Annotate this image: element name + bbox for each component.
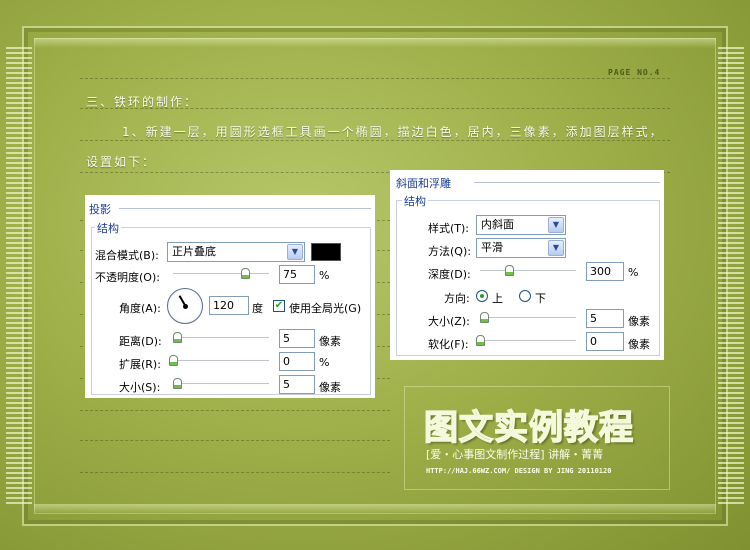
slider-thumb[interactable] — [504, 265, 514, 276]
direction-up-radio[interactable] — [476, 290, 488, 302]
ruled-line — [80, 410, 390, 411]
slider-track — [173, 337, 269, 339]
size-input[interactable]: 5 — [279, 375, 315, 394]
style-value: 内斜面 — [481, 218, 514, 231]
soften-input[interactable]: 0 — [586, 332, 624, 351]
bevel-size-label: 大小(Z): — [428, 315, 470, 328]
style-label: 样式(T): — [428, 222, 470, 235]
bevel-size-unit: 像素 — [628, 315, 650, 328]
blend-mode-value: 正片叠底 — [172, 245, 216, 258]
slider-thumb[interactable] — [476, 335, 485, 346]
slider-track — [173, 360, 269, 362]
shadow-color-swatch[interactable] — [311, 243, 341, 261]
slider-track — [173, 383, 269, 385]
blend-mode-select[interactable]: 正片叠底 ▼ — [167, 242, 305, 262]
direction-label: 方向: — [444, 292, 470, 305]
chevron-down-icon: ▼ — [287, 244, 303, 260]
blend-mode-label: 混合模式(B): — [95, 249, 159, 262]
step-text-line1: 1、新建一层，用圆形选框工具画一个椭圆，描边白色，居内，三像素，添加图层样式， — [122, 125, 664, 139]
technique-label: 方法(Q): — [428, 245, 471, 258]
slider-track — [480, 340, 576, 342]
slider-track — [480, 270, 576, 272]
depth-slider[interactable] — [480, 265, 576, 276]
drop-shadow-title: 投影 — [89, 203, 111, 216]
logo-credit: HTTP://HAJ.66WZ.COM/ DESIGN BY JING 2011… — [426, 467, 612, 475]
bevel-size-input[interactable]: 5 — [586, 309, 624, 328]
direction-down-label: 下 — [535, 292, 546, 305]
bottom-bar-decoration — [34, 504, 716, 514]
slider-track — [173, 273, 269, 275]
soften-unit: 像素 — [628, 338, 650, 351]
slider-thumb[interactable] — [172, 332, 182, 343]
style-select[interactable]: 内斜面 ▼ — [476, 215, 566, 235]
drop-shadow-panel: 投影 结构 混合模式(B): 正片叠底 ▼ 不透明度(O): 75 % 角度(A… — [85, 195, 375, 398]
title-rule — [119, 208, 371, 209]
soften-slider[interactable] — [476, 335, 576, 346]
soften-label: 软化(F): — [428, 338, 469, 351]
angle-input[interactable]: 120 — [209, 296, 249, 315]
opacity-label: 不透明度(O): — [95, 271, 160, 284]
opacity-input[interactable]: 75 — [279, 265, 315, 284]
angle-label: 角度(A): — [119, 302, 161, 315]
size-slider[interactable] — [172, 378, 269, 389]
spread-input[interactable]: 0 — [279, 352, 315, 371]
depth-input[interactable]: 300 — [586, 262, 624, 281]
chevron-down-icon: ▼ — [548, 240, 564, 256]
right-stripe-decoration — [718, 44, 744, 504]
angle-dial[interactable] — [167, 288, 203, 324]
opacity-unit: % — [319, 269, 330, 282]
section-heading: 三、铁环的制作： — [86, 95, 199, 109]
depth-unit: % — [628, 266, 639, 279]
top-bar-decoration — [34, 38, 716, 48]
distance-input[interactable]: 5 — [279, 329, 315, 348]
angle-unit: 度 — [252, 302, 263, 315]
direction-down-radio[interactable] — [519, 290, 531, 302]
global-light-label: 使用全局光(G) — [289, 302, 362, 315]
ruled-line — [80, 140, 670, 141]
depth-label: 深度(D): — [428, 268, 471, 281]
slider-track — [480, 317, 576, 319]
bevel-size-slider[interactable] — [479, 312, 576, 323]
dial-center — [183, 304, 188, 309]
checkmark-icon: ✔ — [274, 300, 284, 311]
title-rule — [474, 182, 660, 183]
spread-slider[interactable] — [169, 355, 269, 366]
size-unit: 像素 — [319, 381, 341, 394]
chevron-down-icon: ▼ — [548, 217, 564, 233]
slider-thumb[interactable] — [172, 378, 182, 389]
spread-unit: % — [319, 356, 330, 369]
slider-thumb[interactable] — [479, 312, 489, 323]
technique-value: 平滑 — [481, 241, 503, 254]
distance-label: 距离(D): — [119, 335, 162, 348]
ruled-line — [80, 78, 670, 79]
ruled-line — [80, 440, 390, 441]
step-text-line2: 设置如下： — [86, 155, 157, 169]
structure-group-label: 结构 — [95, 220, 121, 236]
left-stripe-decoration — [6, 44, 32, 504]
logo-title: 图文实例教程 — [423, 407, 634, 449]
direction-up-label: 上 — [492, 292, 503, 305]
opacity-slider[interactable] — [173, 268, 269, 279]
spread-label: 扩展(R): — [119, 358, 161, 371]
slider-thumb[interactable] — [169, 355, 178, 366]
distance-slider[interactable] — [172, 332, 269, 343]
global-light-checkbox[interactable]: ✔ — [273, 300, 285, 312]
slider-thumb[interactable] — [241, 268, 250, 279]
bevel-title: 斜面和浮雕 — [396, 177, 451, 190]
distance-unit: 像素 — [319, 335, 341, 348]
size-label: 大小(S): — [119, 381, 161, 394]
logo-subtitle: [爱・心事图文制作过程] 讲解・菁菁 — [426, 448, 604, 461]
technique-select[interactable]: 平滑 ▼ — [476, 238, 566, 258]
page-number: PAGE NO.4 — [608, 68, 661, 77]
structure-group-label: 结构 — [402, 193, 428, 209]
bevel-emboss-panel: 斜面和浮雕 结构 样式(T): 内斜面 ▼ 方法(Q): 平滑 ▼ 深度(D):… — [390, 170, 664, 360]
ruled-line — [80, 472, 390, 473]
